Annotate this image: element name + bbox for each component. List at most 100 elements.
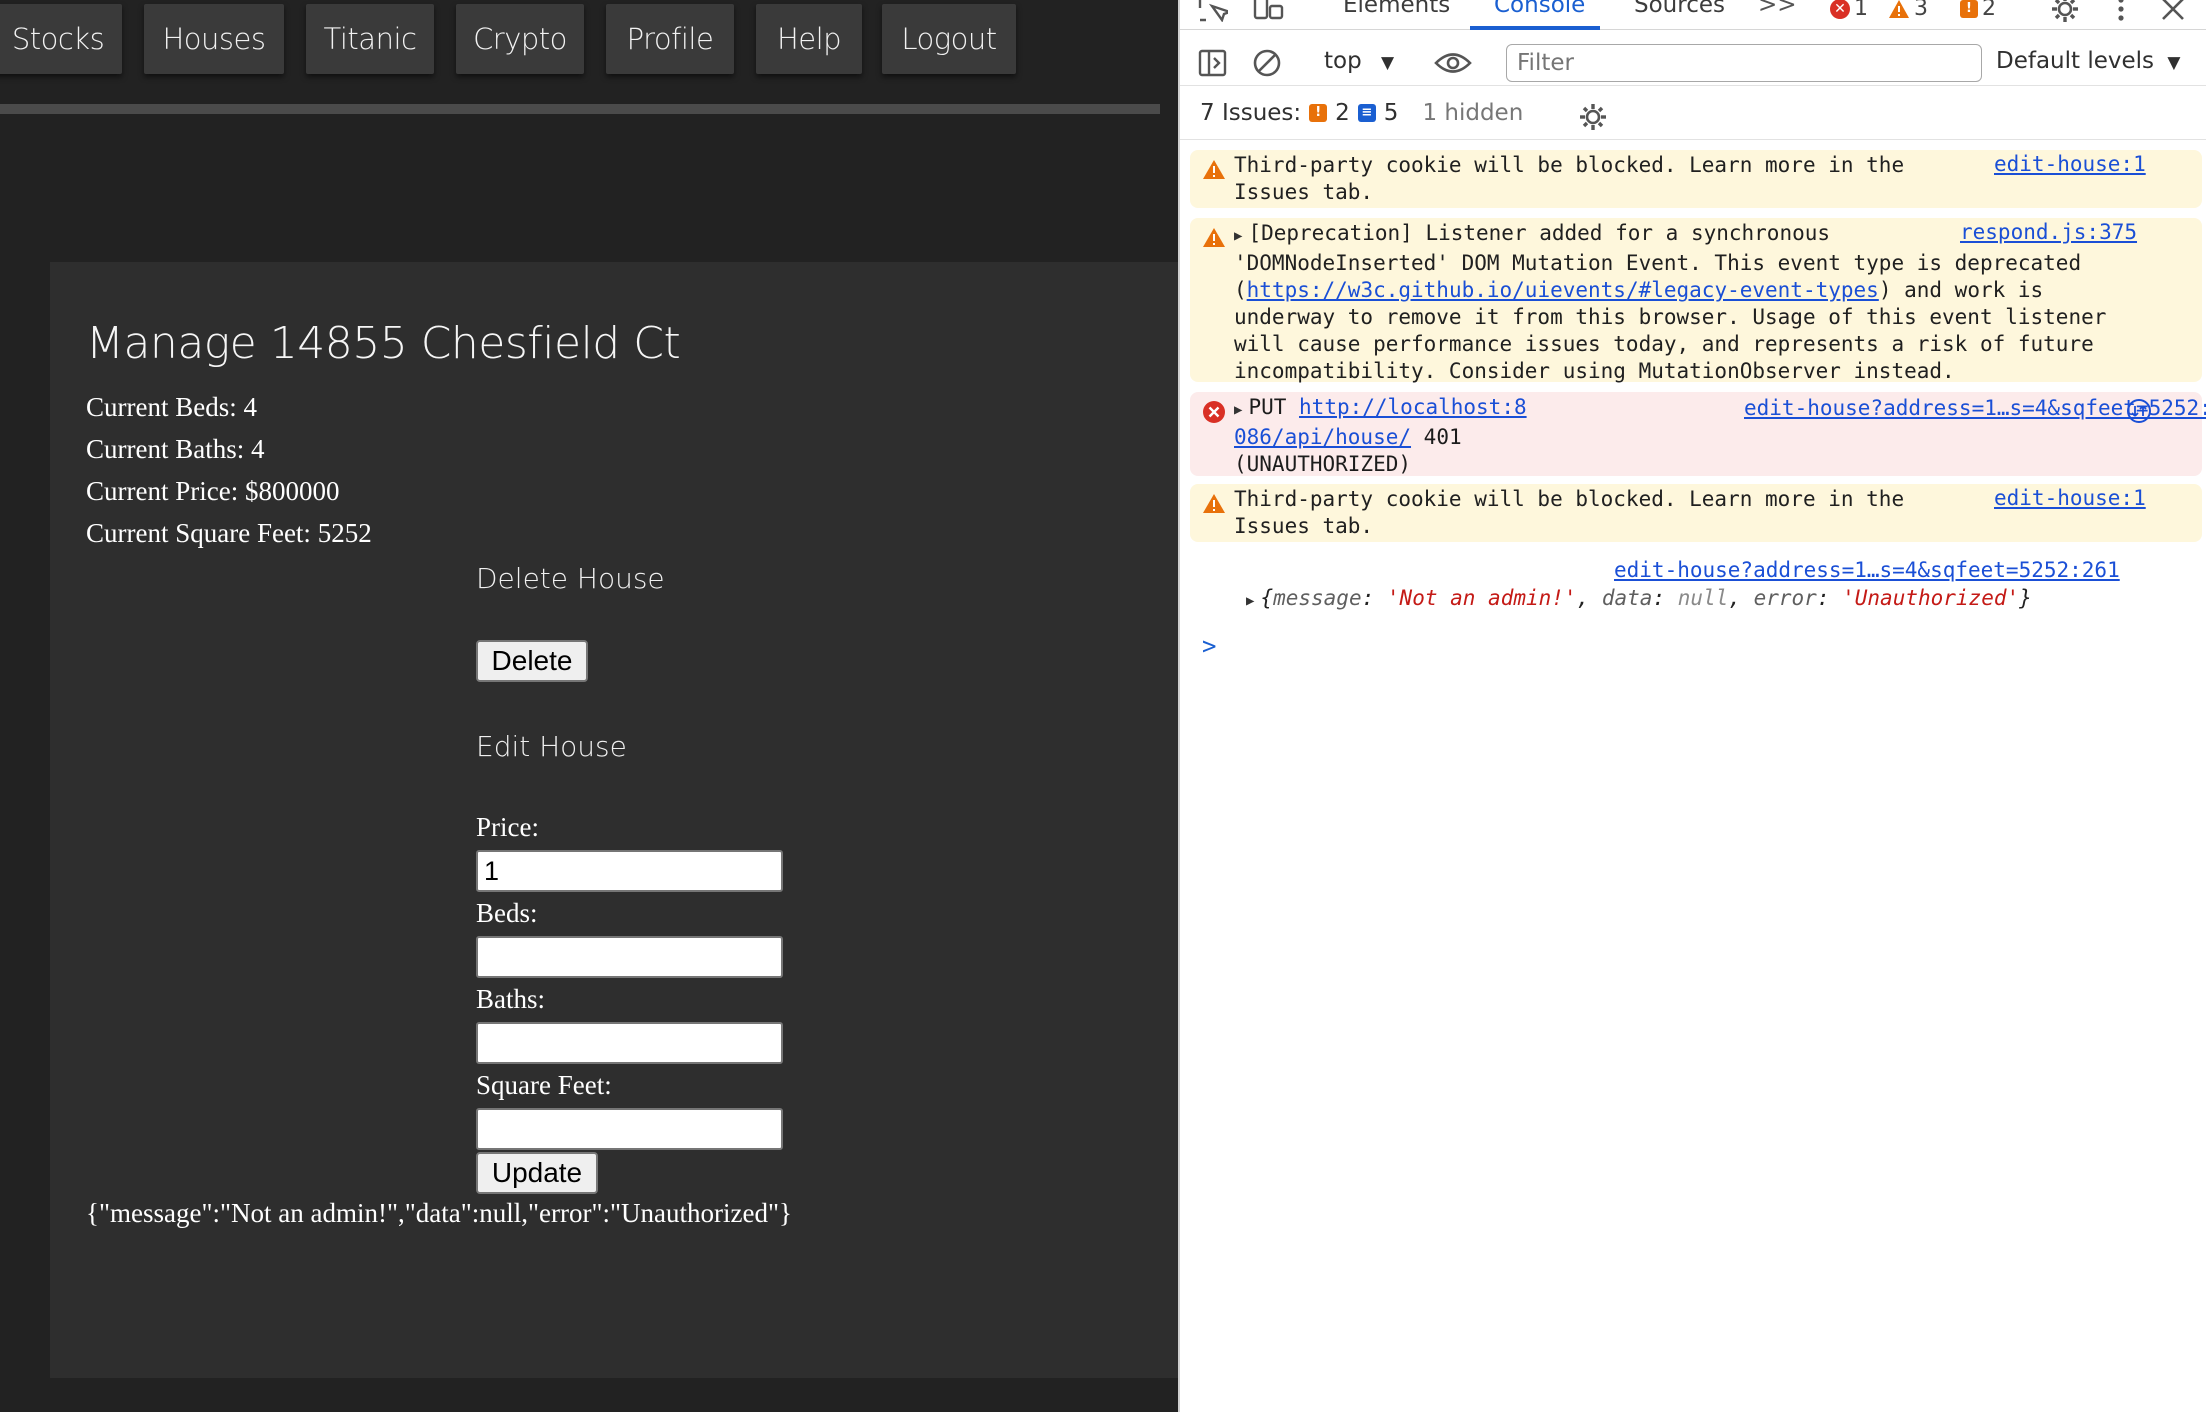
- delete-button[interactable]: Delete: [476, 640, 588, 682]
- edit-house-heading: Edit House: [476, 730, 627, 763]
- context-value: top: [1324, 48, 1362, 74]
- current-baths: Current Baths: 4: [86, 434, 265, 464]
- message-source-link[interactable]: respond.js:375: [1960, 220, 2137, 244]
- inspect-element-icon[interactable]: [1198, 0, 1228, 22]
- error-icon: [1203, 401, 1225, 423]
- response-output: {"message":"Not an admin!","data":null,"…: [86, 1198, 792, 1228]
- beds-label: Beds:: [476, 898, 538, 928]
- log-levels-value: Default levels: [1996, 48, 2155, 74]
- context-select[interactable]: top ▼: [1324, 48, 1394, 74]
- message-source-link[interactable]: edit-house:1: [1994, 152, 2146, 176]
- issues-bar[interactable]: 7 Issues: ! 2 ≡ 5 1 hidden: [1180, 94, 2206, 140]
- legacy-event-types-link[interactable]: https://w3c.github.io/uievents/#legacy-e…: [1247, 278, 1879, 302]
- issues-count-badge[interactable]: ! 2: [1960, 0, 1996, 21]
- network-request-icon[interactable]: [2126, 398, 2152, 424]
- beds-input[interactable]: [476, 936, 783, 978]
- current-price: Current Price: $800000: [86, 476, 340, 506]
- status-code: 401: [1423, 425, 1462, 449]
- warning-count-badge[interactable]: 3: [1888, 0, 1928, 21]
- filter-input[interactable]: [1506, 44, 1982, 82]
- expand-triangle-icon[interactable]: ▶: [1234, 228, 1242, 244]
- device-toolbar-icon[interactable]: [1252, 0, 1286, 22]
- obj-val-error: 'Unauthorized': [1842, 586, 2020, 610]
- deprecation-line-3-post: ) and work is: [1878, 278, 2044, 302]
- issue-flag-icon: !: [1309, 104, 1328, 122]
- clear-console-icon[interactable]: [1252, 48, 1282, 78]
- obj-key-message: message: [1273, 586, 1362, 610]
- request-url-link-cont[interactable]: 086/api/house/: [1234, 425, 1411, 449]
- settings-gear-icon[interactable]: [2050, 0, 2080, 24]
- nav-stocks-button[interactable]: Stocks: [0, 4, 122, 74]
- tab-elements[interactable]: Elements: [1343, 0, 1450, 18]
- obj-key-error: error: [1753, 586, 1817, 610]
- nav-profile-button[interactable]: Profile: [606, 4, 734, 74]
- close-devtools-icon[interactable]: [2160, 0, 2186, 22]
- obj-key-data: data: [1601, 586, 1653, 610]
- error-icon: ✕: [1830, 0, 1850, 19]
- dropdown-arrow-icon: ▼: [1381, 53, 1395, 73]
- deprecation-line-2: 'DOMNodeInserted' DOM Mutation Event. Th…: [1234, 251, 2082, 275]
- issues-hidden-count[interactable]: 1 hidden: [1422, 100, 1523, 126]
- price-input[interactable]: [476, 850, 783, 892]
- baths-label: Baths:: [476, 984, 546, 1014]
- deprecation-text: ▶ [Deprecation] Listener added for a sync…: [1234, 220, 2106, 385]
- deprecation-line-1: [Deprecation] Listener added for a synch…: [1248, 221, 1831, 245]
- obj-val-message: 'Not an admin!': [1386, 586, 1577, 610]
- warning-icon: [1203, 160, 1225, 179]
- issue-flag-icon: !: [1960, 0, 1978, 18]
- deprecation-rest: underway to remove it from this browser.…: [1234, 305, 2107, 383]
- live-expression-eye-icon[interactable]: [1434, 50, 1472, 76]
- nav-titanic-button[interactable]: Titanic: [306, 4, 434, 74]
- message-source-link[interactable]: edit-house:1: [1994, 486, 2146, 510]
- issues-settings-gear-icon[interactable]: [1578, 102, 1608, 132]
- issue-info-icon: ≡: [1357, 104, 1376, 122]
- console-warning-message: Third-party cookie will be blocked. Lear…: [1190, 150, 2202, 208]
- nav-crypto-button[interactable]: Crypto: [456, 4, 584, 74]
- tab-sources[interactable]: Sources: [1634, 0, 1725, 18]
- error-count: 1: [1854, 0, 1868, 21]
- warning-text: Third-party cookie will be blocked. Lear…: [1234, 153, 1905, 204]
- price-label: Price:: [476, 812, 539, 842]
- sidebar-toggle-icon[interactable]: [1198, 48, 1228, 78]
- nav-houses-button[interactable]: Houses: [144, 4, 284, 74]
- warning-icon: [1889, 0, 1909, 18]
- issues-warn-count: 2: [1335, 100, 1350, 126]
- warning-text: Third-party cookie will be blocked. Lear…: [1234, 487, 1905, 538]
- warning-count: 3: [1914, 0, 1928, 21]
- current-square-feet: Current Square Feet: 5252: [86, 518, 372, 548]
- active-tab-indicator: [1470, 26, 1600, 30]
- log-levels-select[interactable]: Default levels ▼: [1996, 48, 2180, 74]
- expand-triangle-icon[interactable]: ▶: [1246, 593, 1254, 609]
- issues-info-count: 5: [1383, 100, 1399, 126]
- nav-divider: [0, 104, 1160, 114]
- baths-input[interactable]: [476, 1022, 783, 1064]
- status-text: (UNAUTHORIZED): [1234, 452, 1412, 476]
- console-deprecation-message: ▶ [Deprecation] Listener added for a sync…: [1190, 218, 2202, 385]
- logged-object[interactable]: ▶ {message: 'Not an admin!', data: null, …: [1246, 586, 2032, 610]
- tab-console[interactable]: Console: [1494, 0, 1585, 18]
- dropdown-arrow-icon: ▼: [2167, 53, 2181, 73]
- request-url-link[interactable]: http://localhost:8: [1299, 395, 1527, 419]
- issues-summary: 7 Issues: ! 2 ≡ 5 1 hidden: [1200, 100, 1523, 126]
- nav-help-button[interactable]: Help: [756, 4, 862, 74]
- issues-label: 7 Issues:: [1200, 100, 1302, 126]
- console-prompt-chevron-icon[interactable]: >: [1202, 632, 1216, 660]
- expand-triangle-icon[interactable]: ▶: [1234, 402, 1242, 418]
- console-warning-message: Third-party cookie will be blocked. Lear…: [1190, 484, 2202, 542]
- warning-icon: [1203, 228, 1225, 247]
- error-text: ▶ PUT http://localhost:8 086/api/house/ 4…: [1234, 394, 1527, 478]
- error-count-badge[interactable]: ✕ 1: [1830, 0, 1868, 21]
- more-options-icon[interactable]: [2116, 0, 2126, 24]
- console-toolbar: top ▼ Default levels ▼: [1180, 40, 2206, 86]
- devtools-tab-bar: Elements Console Sources >> ✕ 1 3 ! 2: [1180, 0, 2206, 30]
- request-method: PUT: [1248, 395, 1287, 419]
- log-source-link[interactable]: edit-house?address=1…s=4&sqfeet=5252:261: [1614, 558, 2120, 582]
- square-feet-input[interactable]: [476, 1108, 783, 1150]
- nav-logout-button[interactable]: Logout: [882, 4, 1016, 74]
- console-error-message: ▶ PUT http://localhost:8 086/api/house/ 4…: [1190, 392, 2206, 478]
- obj-val-data: null: [1677, 586, 1729, 610]
- page-title: Manage 14855 Chesfield Ct: [86, 318, 681, 369]
- web-app: Stocks Houses Titanic Crypto Profile Hel…: [0, 0, 1178, 1412]
- more-tabs-chevron-icon[interactable]: >>: [1758, 0, 1797, 18]
- update-button[interactable]: Update: [476, 1152, 598, 1194]
